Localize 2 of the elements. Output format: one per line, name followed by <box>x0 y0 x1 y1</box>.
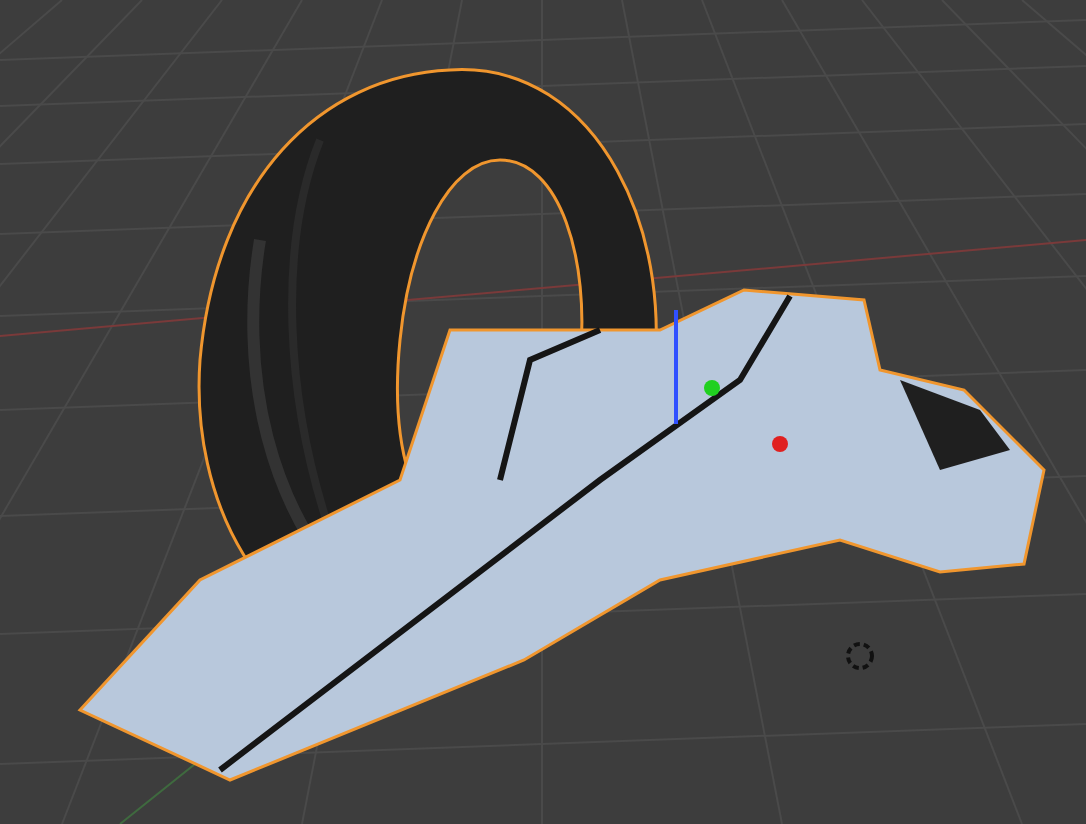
gizmo-drawing <box>674 310 788 452</box>
3d-cursor-icon <box>846 642 874 670</box>
